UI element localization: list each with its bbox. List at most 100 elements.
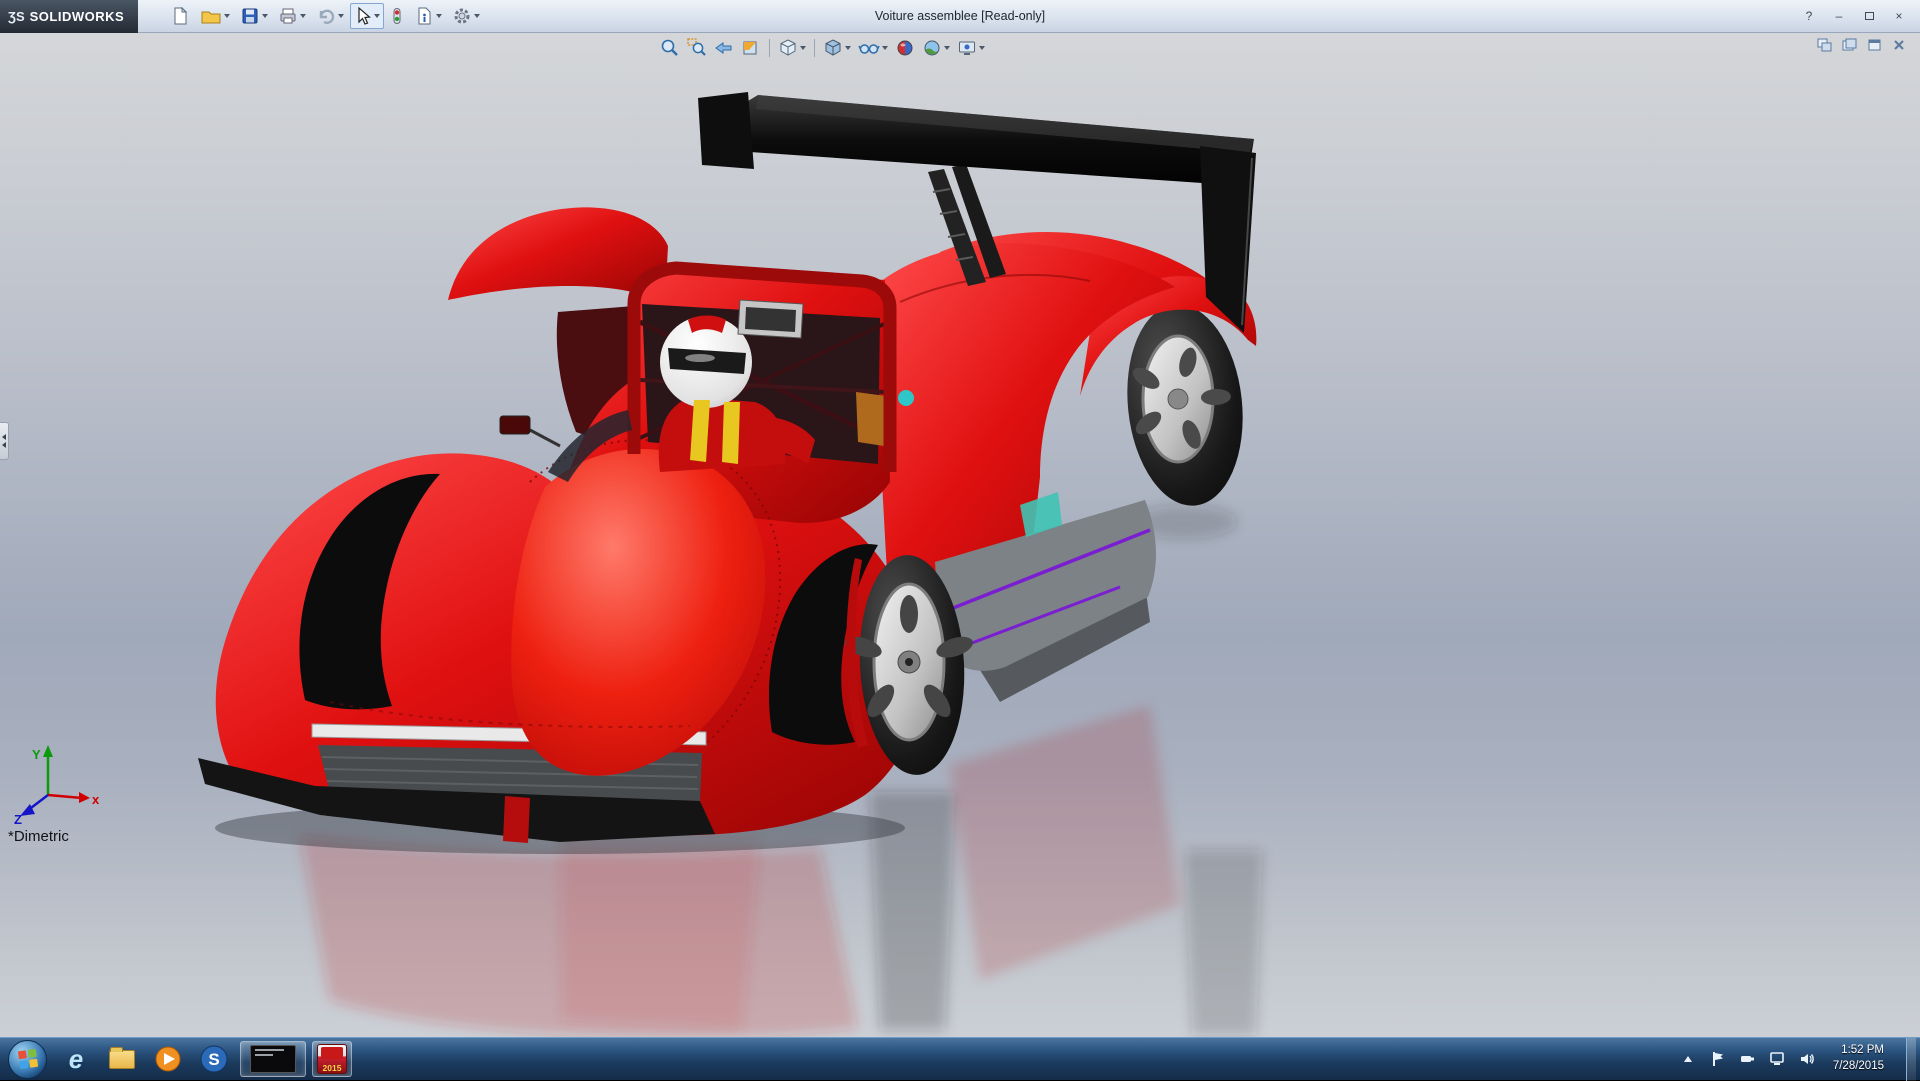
taskbar-clock[interactable]: 1:52 PM 7/28/2015 — [1829, 1043, 1892, 1074]
collapse-arrow-icon — [2, 442, 6, 448]
view-settings-icon — [959, 41, 975, 55]
taskbar-internet-explorer[interactable]: e — [56, 1041, 96, 1077]
show-hidden-icons-button[interactable] — [1679, 1047, 1697, 1071]
cockpit-knob — [898, 390, 914, 406]
open-caret-icon[interactable] — [224, 14, 231, 18]
system-tray: 1:52 PM 7/28/2015 — [1679, 1037, 1920, 1081]
solidworks-menu-logo[interactable]: ƷS SOLIDWORKS — [0, 0, 139, 33]
edit-appearance-button[interactable] — [893, 37, 917, 59]
print-button[interactable] — [274, 3, 310, 29]
triad-y-label: Y — [32, 747, 41, 762]
file-properties-button[interactable] — [410, 3, 446, 29]
select-button[interactable] — [350, 3, 385, 29]
clock-time: 1:52 PM — [1841, 1044, 1884, 1057]
restore-button[interactable] — [1858, 7, 1880, 25]
ds-logo-glyph: ƷS — [8, 8, 25, 24]
desktop: ƷS SOLIDWORKS Voiture assemblee [Read-on… — [0, 0, 1920, 1081]
taskbar-solidworks-launcher[interactable]: S — [194, 1041, 234, 1077]
previous-view-button[interactable] — [712, 37, 736, 59]
taskbar-file-explorer[interactable] — [102, 1041, 142, 1077]
volume-tray-button[interactable] — [1799, 1047, 1817, 1071]
new-document-button[interactable] — [166, 3, 194, 29]
appearance-sphere-icon — [897, 40, 913, 56]
restore-document-icon — [1868, 39, 1880, 51]
minimize-button[interactable]: – — [1828, 7, 1850, 25]
document-window-controls — [1815, 37, 1908, 53]
tile-window-button[interactable] — [1815, 37, 1833, 53]
side-mirror — [499, 415, 561, 448]
apply-scene-button[interactable] — [920, 37, 952, 59]
taskbar-command-window[interactable] — [240, 1041, 306, 1077]
clock-date: 7/28/2015 — [1832, 1060, 1884, 1072]
taskbar-solidworks-2015[interactable]: 2015 — [312, 1041, 352, 1077]
zoom-to-fit-icon — [661, 39, 678, 56]
interior-panel — [856, 392, 886, 446]
nose-post — [503, 796, 530, 843]
print-caret-icon[interactable] — [300, 14, 307, 18]
help-button[interactable]: ? — [1798, 7, 1820, 25]
rebuild-button[interactable] — [386, 3, 408, 29]
open-button[interactable] — [196, 3, 234, 29]
save-caret-icon[interactable] — [262, 14, 269, 18]
sw-glyph: S — [208, 1050, 219, 1069]
hide-show-items-button[interactable] — [856, 37, 890, 59]
window-controls: ? – × — [1798, 7, 1920, 25]
folder-icon — [109, 1046, 135, 1069]
view-settings-button[interactable] — [955, 37, 987, 59]
graphics-area[interactable]: Y x Z *Dimetric — [0, 33, 1920, 1037]
file-properties-icon — [418, 7, 431, 25]
app-name-label: SOLIDWORKS — [29, 8, 125, 24]
cascade-window-button[interactable] — [1840, 37, 1858, 53]
undo-button[interactable] — [312, 3, 348, 29]
zoom-to-fit-button[interactable] — [658, 37, 682, 59]
select-caret-icon[interactable] — [374, 14, 381, 18]
wing-endplate-left — [698, 92, 754, 169]
panel-collapse-tab[interactable] — [0, 422, 9, 460]
solidworks-swirl-icon: S — [200, 1045, 228, 1073]
open-folder-icon — [201, 11, 221, 24]
title-bar: ƷS SOLIDWORKS Voiture assemblee [Read-on… — [0, 0, 1920, 33]
tile-window-icon — [1817, 38, 1831, 52]
internet-explorer-icon: e — [68, 1044, 84, 1074]
options-caret-icon[interactable] — [474, 14, 481, 18]
view-orientation-button[interactable] — [776, 37, 808, 59]
select-cursor-icon — [358, 6, 372, 25]
file-properties-caret-icon[interactable] — [436, 14, 443, 18]
start-button[interactable] — [8, 1039, 47, 1079]
section-view-button[interactable] — [739, 37, 763, 59]
viewport-3d-model[interactable] — [0, 33, 1920, 1037]
close-button[interactable]: × — [1888, 7, 1910, 25]
network-tray-button[interactable] — [1769, 1047, 1787, 1071]
display-style-caret-icon[interactable] — [845, 46, 851, 50]
toolbar-separator — [769, 39, 770, 57]
flag-icon — [1712, 1052, 1723, 1066]
view-settings-caret-icon[interactable] — [979, 46, 985, 50]
new-document-icon — [174, 6, 188, 25]
zoom-to-area-icon — [687, 38, 706, 56]
hide-show-caret-icon[interactable] — [882, 46, 888, 50]
display-style-button[interactable] — [821, 37, 853, 59]
view-orientation-cube-icon — [780, 39, 796, 56]
options-button[interactable] — [448, 3, 484, 29]
toolbar-separator — [814, 39, 815, 57]
speaker-icon — [1800, 1054, 1814, 1064]
undo-caret-icon[interactable] — [338, 14, 345, 18]
zoom-to-area-button[interactable] — [685, 37, 709, 59]
cascade-window-icon — [1842, 38, 1856, 51]
view-orientation-caret-icon[interactable] — [800, 46, 806, 50]
scene-globe-icon — [924, 40, 940, 56]
close-document-button[interactable] — [1890, 37, 1908, 53]
orientation-triad: Y x Z — [14, 745, 100, 826]
action-center-button[interactable] — [1709, 1047, 1727, 1071]
save-button[interactable] — [236, 3, 272, 29]
restore-document-button[interactable] — [1865, 37, 1883, 53]
power-tray-button[interactable] — [1739, 1047, 1757, 1071]
chevron-up-icon — [1683, 1056, 1692, 1062]
show-desktop-button[interactable] — [1906, 1037, 1916, 1081]
solidworks-2015-icon: 2015 — [317, 1044, 347, 1074]
taskbar-media-player[interactable] — [148, 1041, 188, 1077]
windows-flag-icon — [17, 1048, 38, 1070]
triad-x-label: x — [92, 792, 100, 807]
apply-scene-caret-icon[interactable] — [944, 46, 950, 50]
main-toolbar — [166, 3, 484, 29]
